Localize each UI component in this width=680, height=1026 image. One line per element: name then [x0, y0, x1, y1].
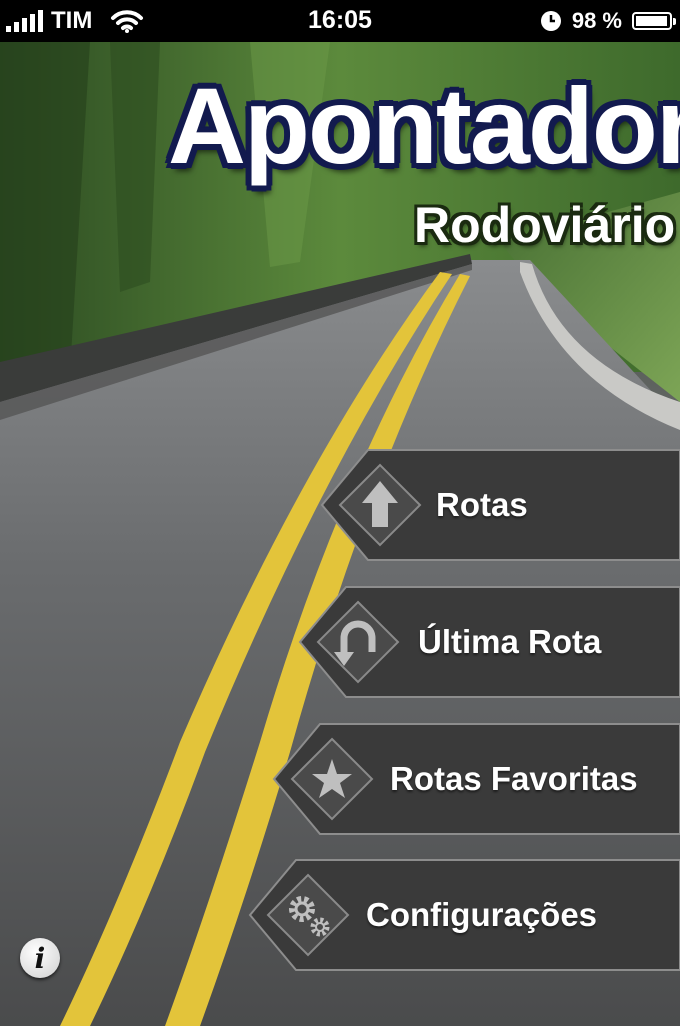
- info-icon: i: [34, 941, 46, 975]
- battery-percent: 98 %: [571, 8, 622, 33]
- menu-button-configuracoes[interactable]: Configurações: [248, 858, 680, 972]
- menu-button-rotas[interactable]: Rotas: [320, 448, 680, 562]
- arrow-up-icon: [336, 461, 424, 549]
- menu-button-rotas-favoritas[interactable]: Rotas Favoritas: [272, 722, 680, 836]
- app-logo-title: Apontador: [168, 65, 680, 186]
- menu-label-configuracoes: Configurações: [366, 896, 598, 933]
- clock-icon: [540, 11, 561, 31]
- battery-fill: [636, 16, 668, 26]
- status-right: 98 %: [540, 8, 676, 34]
- info-button[interactable]: i: [20, 938, 60, 978]
- app-logo-subtitle: Rodoviário: [414, 197, 676, 253]
- app-screen: TIM 16:05 98 % Apontador Rodoviário Rota…: [0, 0, 680, 1026]
- menu-label-rotas: Rotas: [436, 486, 528, 523]
- menu-button-ultima-rota[interactable]: Última Rota: [298, 585, 680, 699]
- star-icon: [288, 735, 376, 823]
- menu-label-rotas-favoritas: Rotas Favoritas: [390, 760, 638, 797]
- gears-icon: [264, 871, 352, 959]
- battery-icon: [632, 12, 676, 30]
- status-bar: TIM 16:05 98 %: [0, 0, 680, 42]
- u-turn-icon: [314, 598, 402, 686]
- menu-label-ultima-rota: Última Rota: [418, 623, 602, 660]
